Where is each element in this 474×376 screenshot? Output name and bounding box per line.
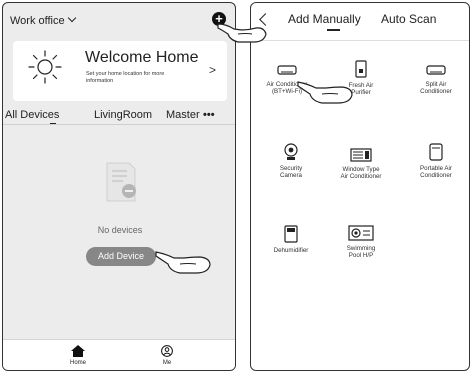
- dehumidifier-icon: [284, 225, 298, 243]
- pool-heat-pump-icon: [348, 225, 374, 241]
- chevron-down-icon: [67, 13, 76, 23]
- empty-state-text: No devices: [97, 225, 143, 235]
- tab-master[interactable]: Master: [166, 109, 200, 121]
- device-label-line2: Pool H/P: [348, 252, 374, 260]
- device-label-line1: Window Type: [342, 166, 380, 173]
- device-window-ac[interactable]: Window Type Air Conditioner: [331, 148, 391, 180]
- home-screen: Work office + Welcome Home Set your home…: [2, 2, 236, 371]
- pointing-hand-icon: [217, 23, 267, 43]
- location-label: Work office: [10, 15, 65, 27]
- tab-auto-scan[interactable]: Auto Scan: [381, 12, 436, 26]
- air-conditioner-icon: [277, 65, 297, 75]
- device-dehumidifier[interactable]: Dehumidifier: [261, 225, 321, 254]
- nav-home-label: Home: [69, 360, 86, 366]
- empty-document-icon: [106, 162, 136, 202]
- fresh-air-purifier-icon: [355, 60, 367, 78]
- device-security-camera[interactable]: Security Camera: [261, 143, 321, 179]
- room-tabs: All Devices LivingRoom Master •••: [3, 105, 235, 125]
- device-label-line1: Security: [279, 165, 303, 172]
- more-icon[interactable]: •••: [203, 109, 215, 121]
- device-portable-ac[interactable]: Portable Air Conditioner: [406, 143, 466, 179]
- welcome-title: Welcome Home: [85, 49, 199, 66]
- device-label-line2: Conditioner: [420, 88, 452, 96]
- sun-icon: [28, 50, 62, 84]
- tab-add-manually[interactable]: Add Manually: [288, 12, 361, 26]
- nav-me-label: Me: [162, 360, 172, 366]
- user-icon: [161, 345, 173, 357]
- add-device-screen: Add Manually Auto Scan Air Conditioner (…: [250, 2, 470, 371]
- device-label-line2: Air Conditioner: [340, 173, 382, 181]
- device-swimming-pool-hp[interactable]: Swimming Pool H/P: [331, 225, 391, 259]
- welcome-subtitle: Set your home location for more informat…: [86, 71, 165, 84]
- add-device-button[interactable]: Add Device: [86, 247, 156, 266]
- device-label-line1: Dehumidifier: [273, 247, 309, 254]
- device-label-line2: Conditioner: [420, 172, 452, 180]
- pointing-hand-icon: [297, 81, 353, 104]
- device-label-line1: Split Air: [425, 81, 447, 88]
- nav-me[interactable]: Me: [147, 345, 187, 366]
- device-label-line2: Camera: [279, 172, 302, 180]
- divider: [251, 40, 469, 41]
- chevron-right-icon: >: [209, 63, 217, 77]
- divider: [3, 124, 235, 125]
- split-air-conditioner-icon: [426, 65, 446, 75]
- home-icon: [71, 345, 85, 357]
- device-label-line1: Swimming: [346, 245, 376, 252]
- device-split-air-conditioner[interactable]: Split Air Conditioner: [406, 65, 466, 95]
- active-tab-indicator: [327, 29, 340, 31]
- tab-livingroom[interactable]: LivingRoom: [94, 109, 152, 121]
- pointing-hand-icon: [155, 251, 211, 274]
- bottom-nav: Home Me: [3, 339, 235, 370]
- portable-ac-icon: [429, 143, 443, 161]
- nav-home[interactable]: Home: [58, 345, 98, 366]
- window-ac-icon: [350, 148, 372, 162]
- device-label-line1: Portable Air: [420, 165, 452, 172]
- device-label-line2: Purifier: [351, 89, 371, 97]
- security-camera-icon: [284, 143, 298, 160]
- tab-all-devices[interactable]: All Devices: [5, 109, 59, 121]
- welcome-card[interactable]: Welcome Home Set your home location for …: [13, 41, 227, 101]
- location-selector[interactable]: Work office: [10, 13, 76, 27]
